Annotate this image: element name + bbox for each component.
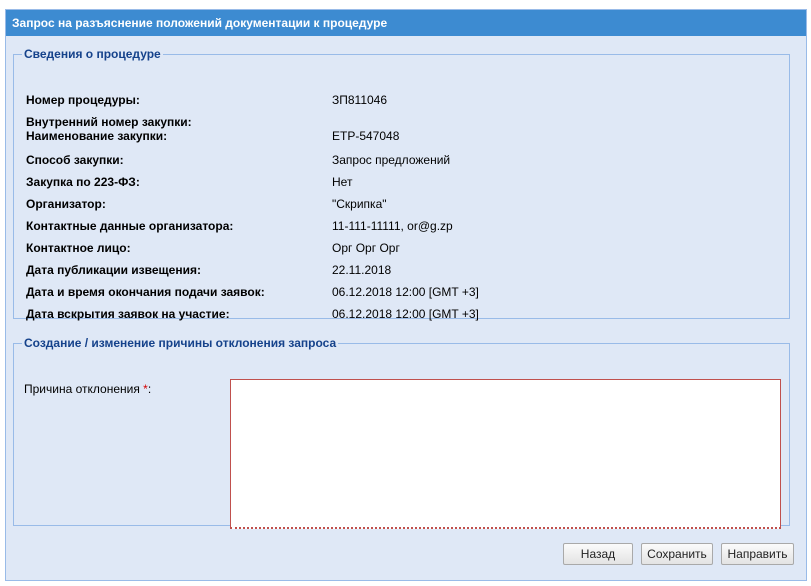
info-label: Дата вскрытия заявок на участие: xyxy=(26,307,230,321)
window-title: Запрос на разъяснение положений документ… xyxy=(6,10,806,36)
info-label: Организатор: xyxy=(26,197,106,211)
info-value: 06.12.2018 12:00 [GMT +3] xyxy=(332,307,479,321)
info-row: Контактные данные организатора: 11-111-11… xyxy=(26,219,776,235)
info-row: Дата и время окончания подачи заявок: 06.… xyxy=(26,285,776,301)
info-value: Нет xyxy=(332,175,353,189)
info-value: 22.11.2018 xyxy=(332,263,392,277)
info-row: Дата вскрытия заявок на участие: 06.12.20… xyxy=(26,307,776,323)
info-row: Дата публикации извещения: 22.11.2018 xyxy=(26,263,776,279)
info-label: Внутренний номер закупки: xyxy=(26,115,192,129)
info-label: Наименование закупки: xyxy=(26,129,168,143)
info-label: Дата и время окончания подачи заявок: xyxy=(26,285,265,299)
procedure-info-section: Сведения о процедуре Номер процедуры: ЗП8… xyxy=(13,47,790,321)
info-row: Организатор: "Скрипка" xyxy=(26,197,776,213)
reason-textarea[interactable] xyxy=(230,379,781,529)
send-button[interactable]: Направить xyxy=(721,543,794,565)
info-value: ЕТР-547048 xyxy=(332,129,400,143)
back-button[interactable]: Назад xyxy=(563,543,633,565)
info-value: ЗП811046 xyxy=(332,93,388,107)
info-label: Контактное лицо: xyxy=(26,241,131,255)
info-value: Запрос предложений xyxy=(332,153,451,167)
info-label: Дата публикации извещения: xyxy=(26,263,201,277)
info-value: "Скрипка" xyxy=(332,197,387,211)
info-value: Орг Орг Орг xyxy=(332,241,400,255)
save-button[interactable]: Сохранить xyxy=(641,543,713,565)
reason-label-colon: : xyxy=(147,382,152,396)
reason-label-text: Причина отклонения xyxy=(24,382,140,396)
info-value: 06.12.2018 12:00 [GMT +3] xyxy=(332,285,479,299)
info-value: 11-111-11111, or@g.zp xyxy=(332,219,453,233)
info-label: Контактные данные организатора: xyxy=(26,219,234,233)
info-label: Способ закупки: xyxy=(26,153,124,167)
rejection-legend: Создание / изменение причины отклонения … xyxy=(24,336,337,350)
info-row: Наименование закупки: ЕТР-547048 xyxy=(26,129,776,145)
info-row: Способ закупки: Запрос предложений xyxy=(26,153,776,169)
info-row: Контактное лицо: Орг Орг Орг xyxy=(26,241,776,257)
info-row: Номер процедуры: ЗП811046 xyxy=(26,93,776,109)
rejection-section: Создание / изменение причины отклонения … xyxy=(13,336,790,529)
info-label: Закупка по 223-ФЗ: xyxy=(26,175,140,189)
info-row: Закупка по 223-ФЗ: Нет xyxy=(26,175,776,191)
procedure-info-legend: Сведения о процедуре xyxy=(24,47,161,61)
reason-label: Причина отклонения *: xyxy=(24,382,151,396)
info-label: Номер процедуры: xyxy=(26,93,140,107)
